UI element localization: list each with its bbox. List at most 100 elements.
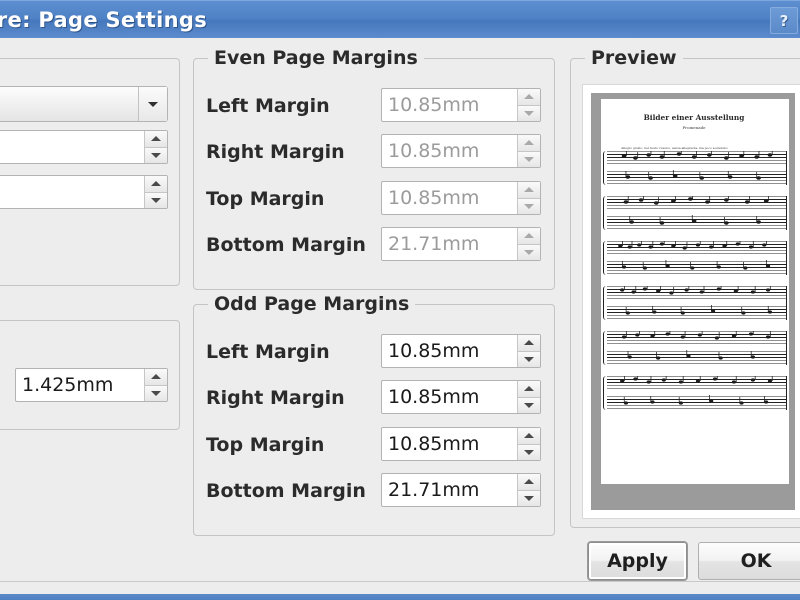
odd-top-margin-value: 10.85mm (382, 428, 517, 460)
staff-lower (607, 306, 787, 319)
even-top-margin-spinbox: 10.85mm (381, 181, 541, 215)
even-bottom-margin-value: 21.71mm (382, 228, 517, 260)
spin-down-icon (518, 106, 540, 122)
window-titlebar[interactable]: Score: Page Settings ? (0, 0, 800, 38)
spin-up-icon (518, 89, 540, 106)
spin-down-icon[interactable] (518, 352, 540, 368)
staff-space-spinbox[interactable]: 1.425mm (15, 368, 168, 402)
page-width-spinbox[interactable]: 210.00mm (0, 130, 168, 164)
score-system (607, 196, 787, 230)
score-preview: Bilder einer Ausstellung Promenade Alleg… (582, 84, 800, 519)
score-systems (601, 151, 789, 410)
spin-up-icon (518, 228, 540, 245)
even-bottom-margin-spinbox: 21.71mm (381, 227, 541, 261)
spin-up-icon[interactable] (145, 131, 167, 148)
odd-left-margin-spinbox[interactable]: 10.85mm (381, 334, 541, 368)
staff-lower (607, 396, 787, 409)
even-right-margin-spin-arrows (517, 135, 540, 167)
page-width-value: 210.00mm (0, 131, 144, 163)
odd-bottom-margin-spinbox[interactable]: 21.71mm (381, 473, 541, 507)
even-right-margin-spinbox: 10.85mm (381, 134, 541, 168)
even-left-margin-spin-arrows (517, 89, 540, 121)
spin-up-icon[interactable] (518, 335, 540, 352)
odd-right-margin-spin-arrows[interactable] (517, 381, 540, 413)
odd-left-margin-label: Left Margin (206, 341, 330, 363)
even-page-margins-title: Even Page Margins (208, 47, 424, 69)
staff-lower (607, 216, 787, 229)
spin-down-icon (518, 245, 540, 261)
odd-top-margin-spin-arrows[interactable] (517, 428, 540, 460)
even-left-margin-label: Left Margin (206, 95, 330, 117)
apply-button[interactable]: Apply (588, 542, 687, 580)
barline-icon (786, 376, 787, 410)
chevron-down-icon[interactable] (138, 87, 167, 121)
spin-up-icon[interactable] (145, 176, 167, 193)
spin-down-icon[interactable] (518, 491, 540, 507)
spin-up-icon (518, 182, 540, 199)
staff-upper (607, 331, 787, 344)
spin-up-icon (518, 135, 540, 152)
even-top-margin-value: 10.85mm (382, 182, 517, 214)
score-system (607, 376, 787, 410)
even-right-margin-value: 10.85mm (382, 135, 517, 167)
odd-right-margin-spinbox[interactable]: 10.85mm (381, 380, 541, 414)
paper-size-combobox[interactable] (0, 86, 168, 122)
spin-up-icon[interactable] (518, 474, 540, 491)
even-top-margin-spin-arrows (517, 182, 540, 214)
page-height-value: 297.00mm (0, 176, 144, 208)
page-width-spin-arrows[interactable] (144, 131, 167, 163)
even-bottom-margin-spin-arrows (517, 228, 540, 260)
preview-page: Bilder einer Ausstellung Promenade Alleg… (601, 99, 789, 484)
staff-upper (607, 286, 787, 299)
window-title: Score: Page Settings (0, 8, 207, 32)
spin-up-icon[interactable] (518, 428, 540, 445)
staff-lower (607, 171, 787, 184)
odd-page-margins-title: Odd Page Margins (208, 293, 415, 315)
spin-down-icon (518, 199, 540, 215)
even-left-margin-value: 10.85mm (382, 89, 517, 121)
barline-icon (786, 241, 787, 275)
staff-upper (607, 196, 787, 209)
odd-top-margin-label: Top Margin (206, 434, 324, 456)
spin-down-icon[interactable] (518, 445, 540, 461)
spin-down-icon[interactable] (145, 386, 167, 402)
score-system (607, 241, 787, 275)
help-icon[interactable]: ? (770, 7, 798, 34)
odd-right-margin-label: Right Margin (206, 387, 345, 409)
staff-upper (607, 376, 787, 389)
staff-space-spin-arrows[interactable] (144, 369, 167, 401)
preview-backdrop: Bilder einer Ausstellung Promenade Alleg… (591, 93, 795, 510)
ok-button[interactable]: OK (698, 542, 800, 580)
barline-icon (786, 196, 787, 230)
odd-left-margin-spin-arrows[interactable] (517, 335, 540, 367)
even-bottom-margin-label: Bottom Margin (206, 234, 366, 256)
spin-up-icon[interactable] (518, 381, 540, 398)
staff-space-value: 1.425mm (16, 369, 144, 401)
staff-lower (607, 351, 787, 364)
even-right-margin-label: Right Margin (206, 141, 345, 163)
spin-down-icon[interactable] (145, 193, 167, 209)
paper-size-value (0, 87, 138, 121)
spin-up-icon[interactable] (145, 369, 167, 386)
window-bottom-frame (0, 581, 800, 600)
staff-upper (607, 241, 787, 254)
odd-bottom-margin-spin-arrows[interactable] (517, 474, 540, 506)
page-height-spinbox[interactable]: 297.00mm (0, 175, 168, 209)
barline-icon (786, 151, 787, 185)
page-height-spin-arrows[interactable] (144, 176, 167, 208)
score-system (607, 331, 787, 365)
odd-top-margin-spinbox[interactable]: 10.85mm (381, 427, 541, 461)
staff-lower (607, 261, 787, 274)
odd-bottom-margin-value: 21.71mm (382, 474, 517, 506)
spin-down-icon[interactable] (145, 148, 167, 164)
dialog-body: ze 210.00mm 297.00mm scape Sided (0, 38, 800, 581)
staff-upper (607, 151, 787, 164)
score-subtitle: Promenade (601, 125, 787, 130)
odd-right-margin-value: 10.85mm (382, 381, 517, 413)
odd-bottom-margin-label: Bottom Margin (206, 480, 366, 502)
page-settings-dialog: Score: Page Settings ? ze 210.00mm 297.0… (0, 0, 800, 600)
barline-icon (786, 331, 787, 365)
even-top-margin-label: Top Margin (206, 188, 324, 210)
spin-down-icon[interactable] (518, 398, 540, 414)
preview-group-title: Preview (585, 47, 683, 69)
